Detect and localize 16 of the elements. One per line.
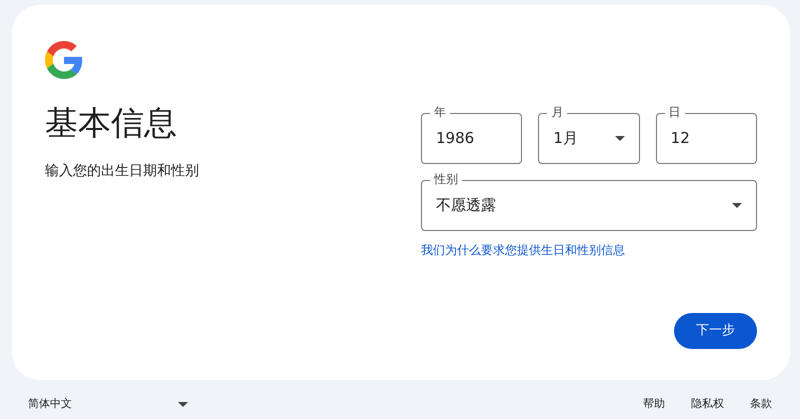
caret-icon [732, 203, 742, 208]
field-label: 年 [430, 104, 450, 120]
field-label: 日 [664, 104, 685, 120]
footer-link[interactable]: 隐私权 [691, 396, 724, 412]
next-button[interactable]: 下一步 [674, 313, 757, 349]
subtitle: 输入您的出生日期和性别 [45, 162, 200, 181]
footer-link[interactable]: 条款 [750, 396, 772, 412]
help-link[interactable]: 我们为什么要求您提供生日和性别信息 [421, 241, 625, 259]
google-logo-icon [45, 41, 83, 79]
caret-icon [178, 402, 188, 407]
footer-link[interactable]: 帮助 [643, 396, 665, 412]
caret-icon [614, 136, 625, 141]
field-label: 月 [547, 104, 568, 120]
field-label: 性别 [430, 171, 462, 187]
language-selector[interactable]: 简体中文 [28, 396, 188, 412]
page-title: 基本信息 [45, 103, 178, 143]
